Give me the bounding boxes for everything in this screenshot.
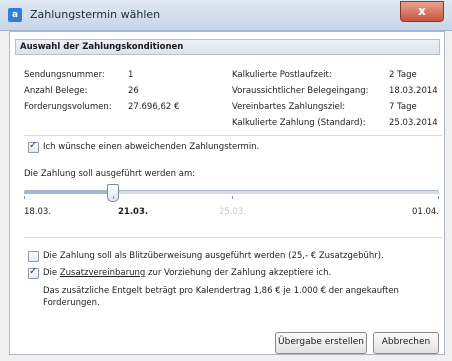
agreement-suffix: zur Vorziehung der Zahlung akzeptiere ic… bbox=[148, 268, 332, 278]
agreement-prefix: Die bbox=[43, 268, 58, 278]
slider-tick bbox=[438, 196, 439, 199]
slider-tick bbox=[24, 196, 25, 199]
titlebar: a Zahlungstermin wählen x bbox=[0, 0, 452, 31]
close-button[interactable]: x bbox=[400, 1, 444, 22]
date-slider-track[interactable] bbox=[24, 190, 439, 194]
deviating-date-label: Ich wünsche einen abweichenden Zahlungst… bbox=[43, 142, 260, 152]
create-submission-button[interactable]: Übergabe erstellen bbox=[275, 332, 367, 354]
slider-max-label: 01.04. bbox=[412, 207, 440, 217]
app-icon: a bbox=[8, 8, 22, 22]
slider-tick bbox=[113, 196, 114, 199]
shipment-number-value: 1 bbox=[128, 70, 134, 80]
document-count-value: 26 bbox=[128, 86, 139, 96]
document-count-label: Anzahl Belege: bbox=[24, 86, 88, 96]
standard-payment-value: 25.03.2014 bbox=[389, 118, 438, 128]
standard-payment-label: Kalkulierte Zahlung (Standard): bbox=[232, 118, 366, 128]
section-title: Auswahl der Zahlungskonditionen bbox=[20, 42, 184, 52]
deviating-date-checkbox[interactable] bbox=[28, 140, 39, 153]
agreement-checkbox[interactable] bbox=[28, 266, 39, 279]
shipment-number-label: Sendungsnummer: bbox=[24, 70, 105, 80]
divider bbox=[24, 135, 442, 136]
agreement-link[interactable]: Zusatzvereinbarung bbox=[60, 268, 145, 278]
window-title: Zahlungstermin wählen bbox=[30, 8, 161, 21]
fee-note-line1: Das zusätzliche Entgelt beträgt pro Kale… bbox=[43, 286, 399, 296]
payment-term-label: Vereinbartes Zahlungsziel: bbox=[232, 102, 346, 112]
section-header: Auswahl der Zahlungskonditionen bbox=[15, 39, 440, 55]
slider-selected-label: 21.03. bbox=[118, 207, 149, 217]
expected-receipt-value: 18.03.2014 bbox=[389, 86, 438, 96]
slider-label: Die Zahlung soll ausgeführt werden am: bbox=[24, 169, 196, 179]
slider-standard-label: 25.03. bbox=[219, 207, 247, 217]
postal-time-value: 2 Tage bbox=[389, 70, 417, 80]
cancel-button[interactable]: Abbrechen bbox=[373, 332, 439, 354]
date-slider-thumb[interactable] bbox=[106, 184, 119, 202]
claim-volume-value: 27.696,62 € bbox=[128, 102, 180, 112]
express-transfer-label: Die Zahlung soll als Blitzüberweisung au… bbox=[43, 251, 384, 261]
fee-note-line2: Forderungen. bbox=[43, 298, 100, 308]
slider-min-label: 18.03. bbox=[24, 207, 52, 217]
payment-term-value: 7 Tage bbox=[389, 102, 417, 112]
slider-tick bbox=[232, 196, 233, 199]
divider bbox=[24, 237, 442, 238]
express-transfer-checkbox[interactable] bbox=[28, 251, 39, 262]
agreement-label: Die Zusatzvereinbarung zur Vorziehung de… bbox=[43, 268, 331, 278]
date-slider-fill bbox=[24, 191, 113, 194]
postal-time-label: Kalkulierte Postlaufzeit: bbox=[232, 70, 332, 80]
dialog-content: Auswahl der Zahlungskonditionen Sendungs… bbox=[9, 31, 445, 355]
expected-receipt-label: Voraussichtlicher Belegeingang: bbox=[232, 86, 369, 96]
claim-volume-label: Forderungsvolumen: bbox=[24, 102, 112, 112]
